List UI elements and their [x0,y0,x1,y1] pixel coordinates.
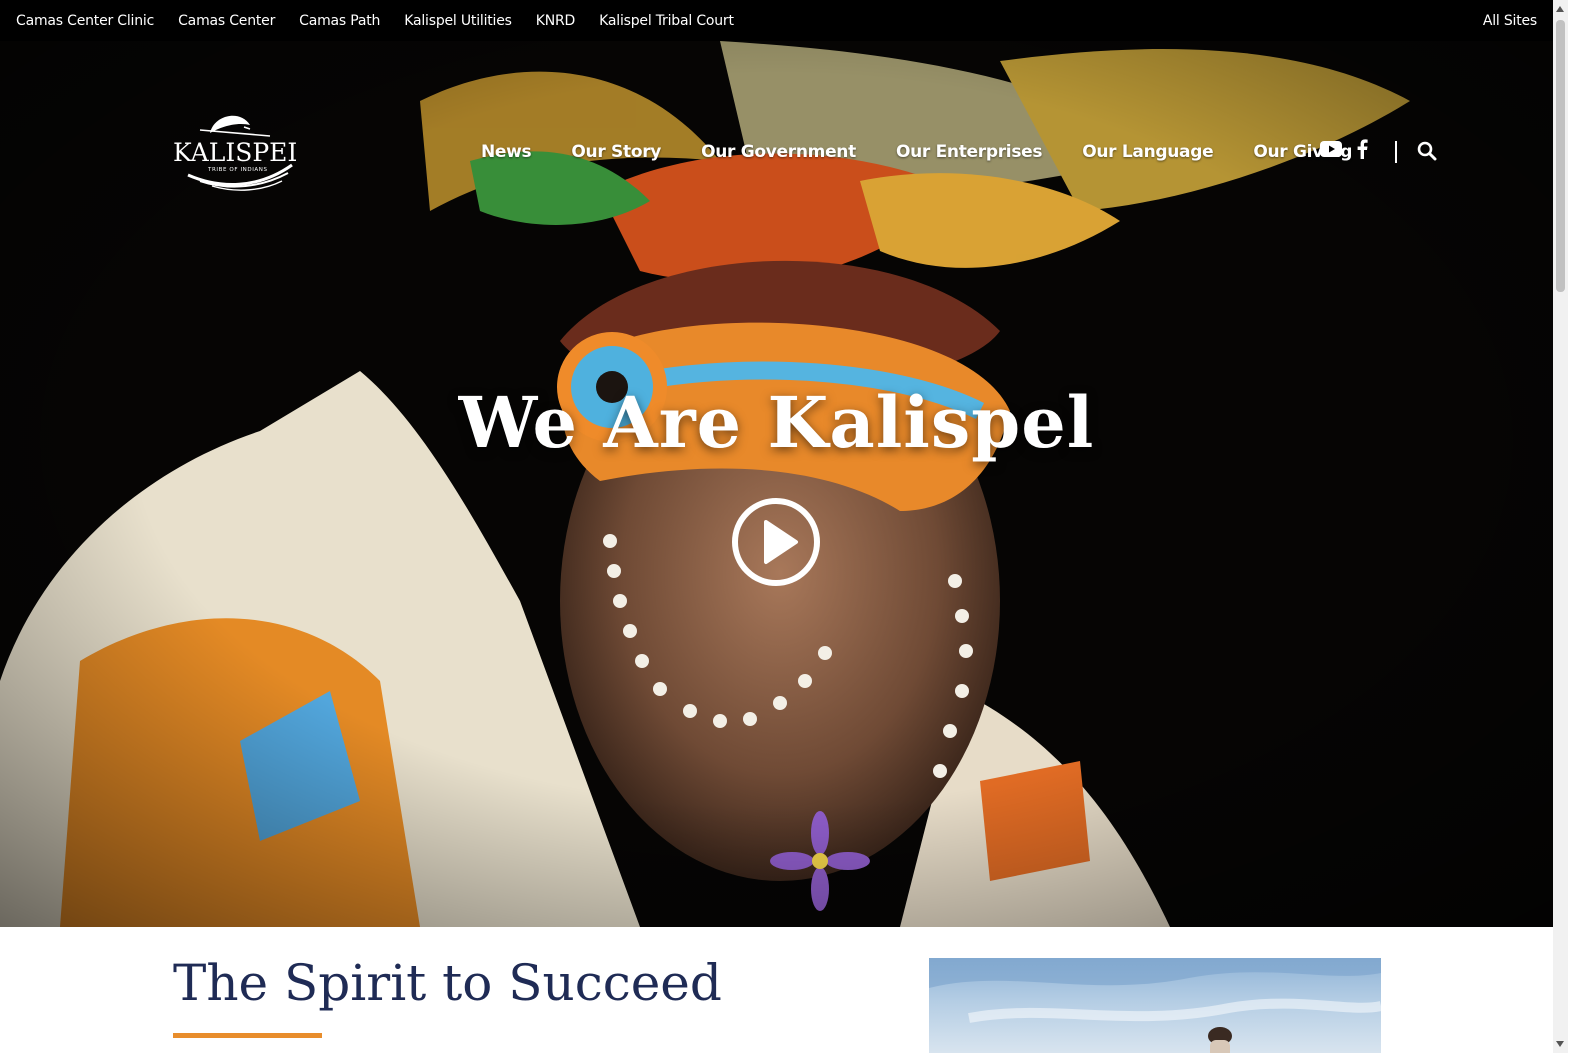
logo-wordmark: KALISPEL [173,138,296,167]
logo-tagline: TRIBE OF INDIANS [207,167,268,173]
nav-our-language[interactable]: Our Language [1082,142,1213,162]
scrollbar-thumb[interactable] [1556,20,1565,292]
all-sites-link[interactable]: All Sites [1483,13,1537,29]
topbar-link-camas-path[interactable]: Camas Path [299,13,380,29]
facebook-icon[interactable] [1356,139,1368,159]
nav-our-story[interactable]: Our Story [571,142,661,162]
nav-our-government[interactable]: Our Government [701,142,856,162]
topbar-link-kalispel-utilities[interactable]: Kalispel Utilities [404,13,512,29]
topbar-link-camas-center-clinic[interactable]: Camas Center Clinic [16,13,154,29]
intro-title: The Spirit to Succeed [173,954,722,1012]
nav-news[interactable]: News [481,142,532,162]
topbar-link-knrd[interactable]: KNRD [536,13,576,29]
social-links [1320,139,1368,159]
scroll-down-arrow-icon[interactable] [1556,1041,1564,1047]
main-navigation: News Our Story Our Government Our Enterp… [481,136,1392,168]
topbar-link-camas-center[interactable]: Camas Center [178,13,275,29]
nav-divider [1395,141,1397,163]
search-icon[interactable] [1417,141,1437,161]
nav-our-enterprises[interactable]: Our Enterprises [896,142,1043,162]
intro-photo-art [929,958,1381,1053]
top-utility-bar: Camas Center Clinic Camas Center Camas P… [0,0,1553,41]
play-icon[interactable] [730,496,822,588]
hero-title: We Are Kalispel [458,381,1095,464]
intro-accent-rule [173,1033,322,1038]
hero-section: KALISPEL TRIBE OF INDIANS News Our Story… [0,41,1553,927]
youtube-icon[interactable] [1320,141,1342,157]
sister-sites-links: Camas Center Clinic Camas Center Camas P… [16,0,734,41]
scroll-up-arrow-icon[interactable] [1556,6,1564,12]
kalispel-logo[interactable]: KALISPEL TRIBE OF INDIANS [170,105,296,191]
topbar-link-kalispel-tribal-court[interactable]: Kalispel Tribal Court [599,13,734,29]
intro-photo [929,958,1381,1053]
page-scrollbar[interactable] [1553,0,1568,1053]
